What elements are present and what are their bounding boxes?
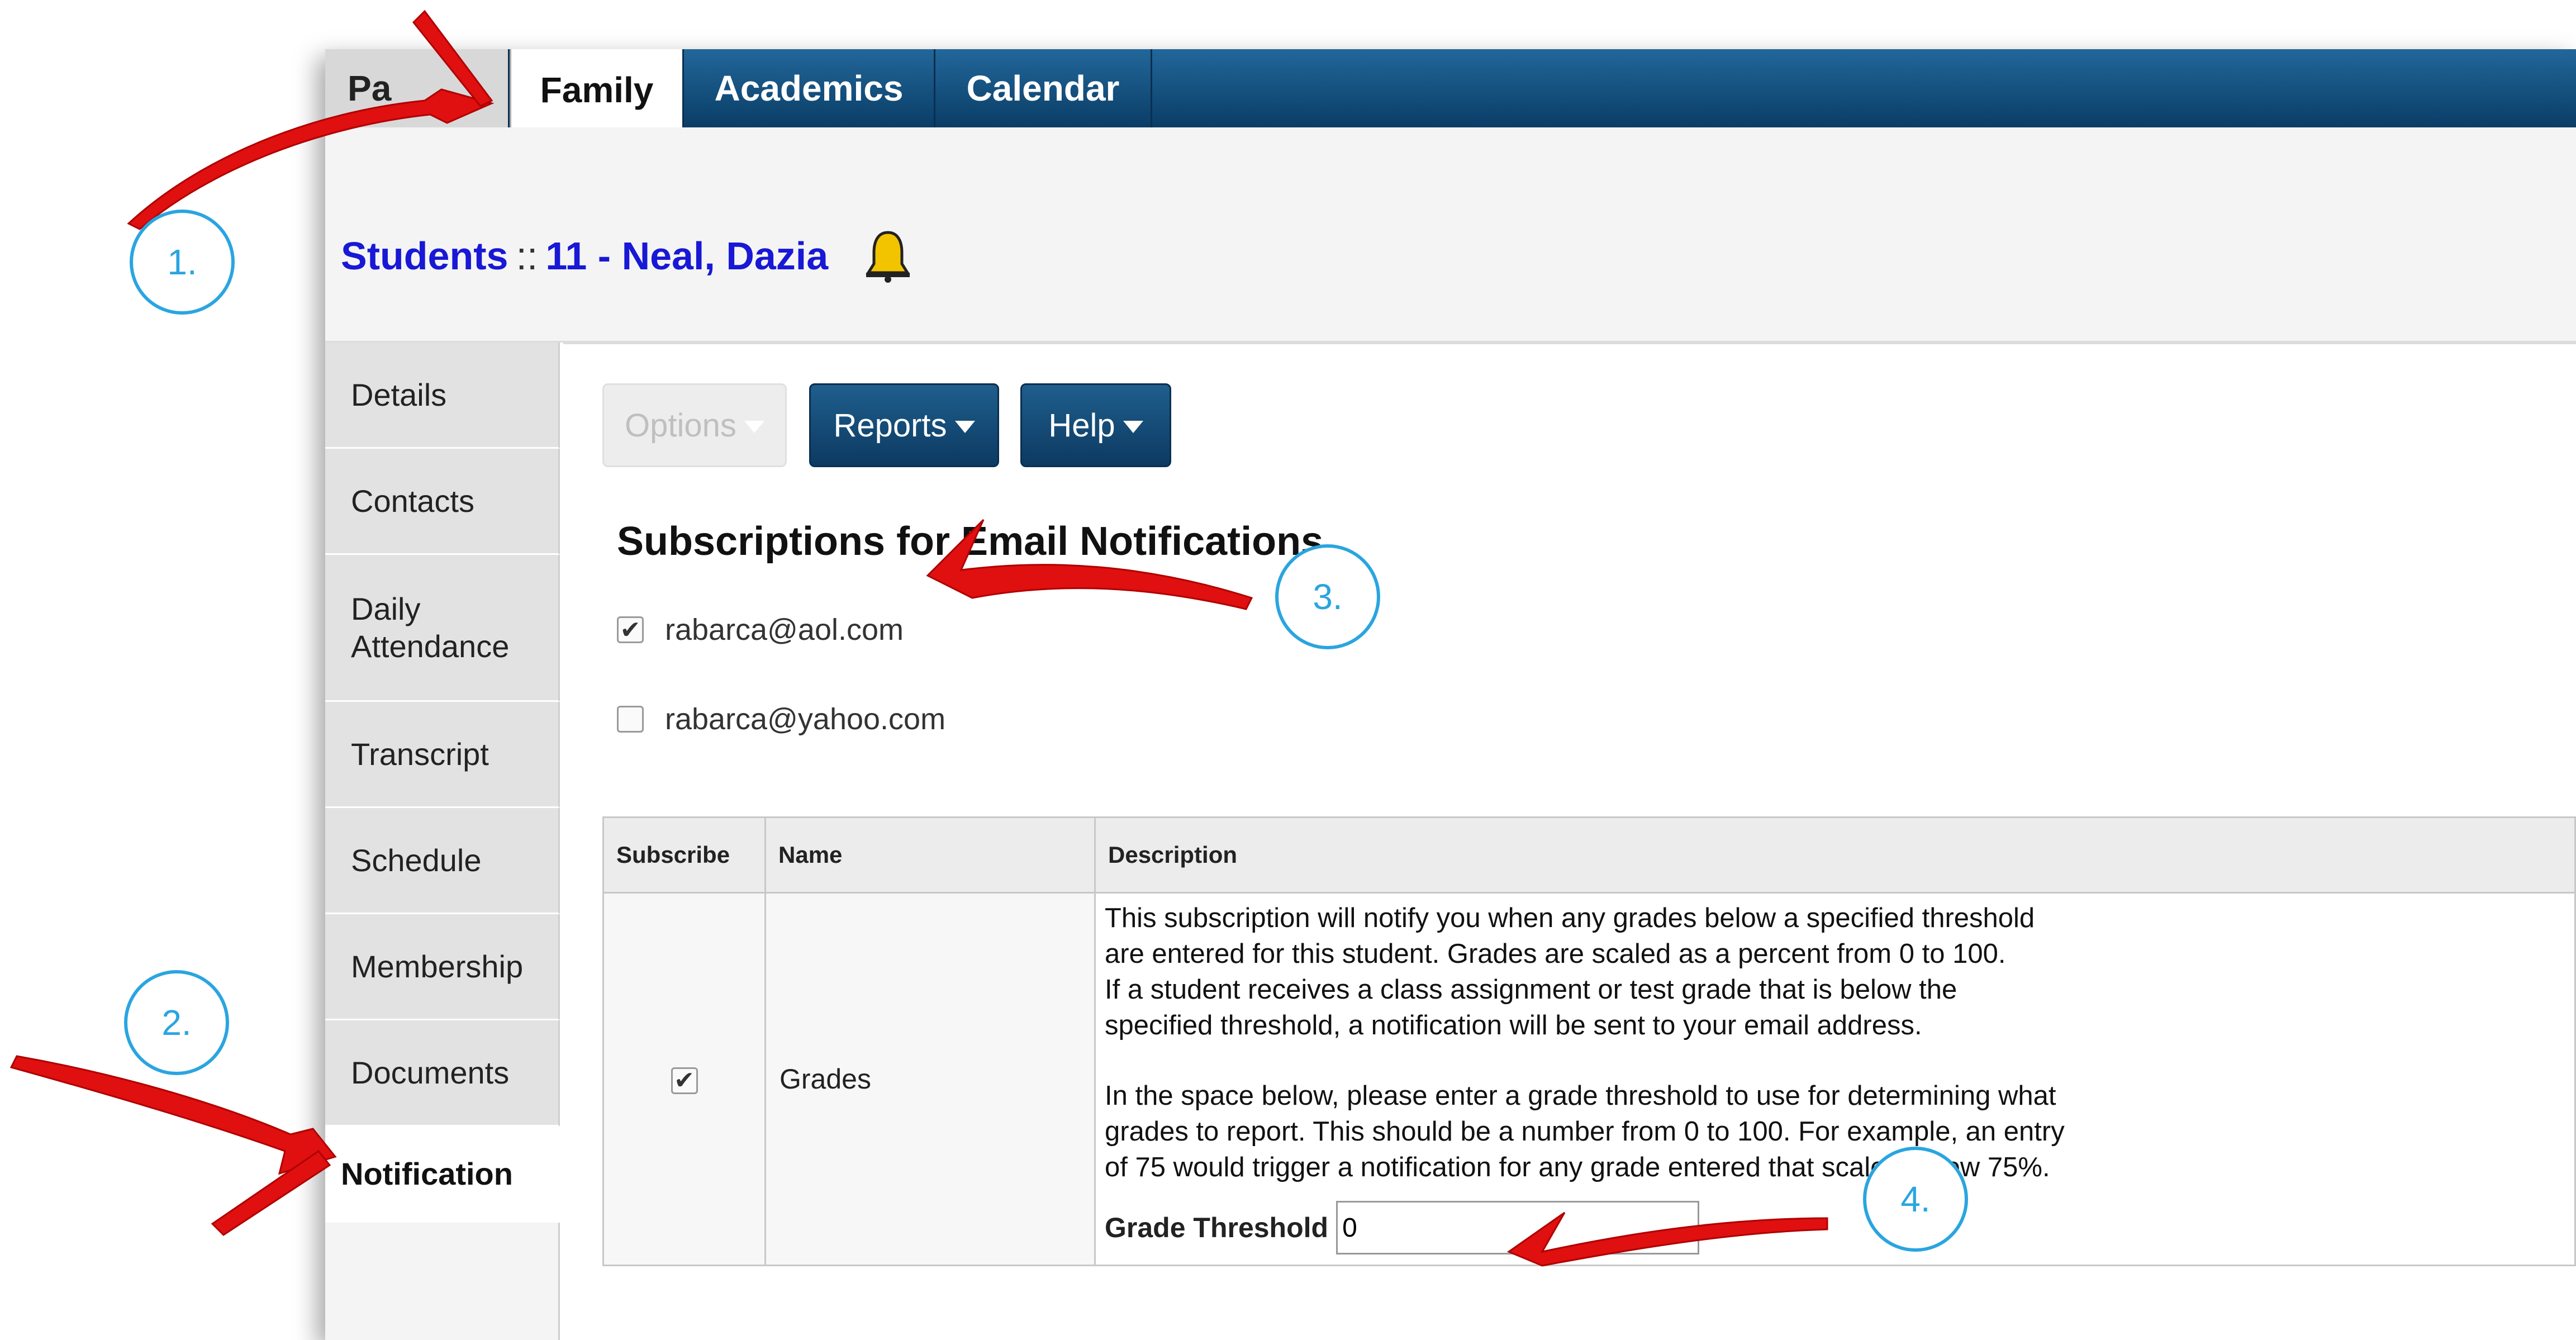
annotation-arrows [9, 9, 1828, 1267]
annotation-arrow [211, 1149, 331, 1236]
annotation-arrow [127, 88, 495, 230]
annotation-marker: 3. [1275, 544, 1380, 649]
annotation-marker: 4. [1863, 1147, 1968, 1252]
annotation-marker: 1. [130, 210, 235, 315]
annotation-arrow [926, 519, 1253, 610]
annotation-marker: 2. [124, 970, 229, 1075]
annotation-arrow [1506, 1211, 1828, 1267]
